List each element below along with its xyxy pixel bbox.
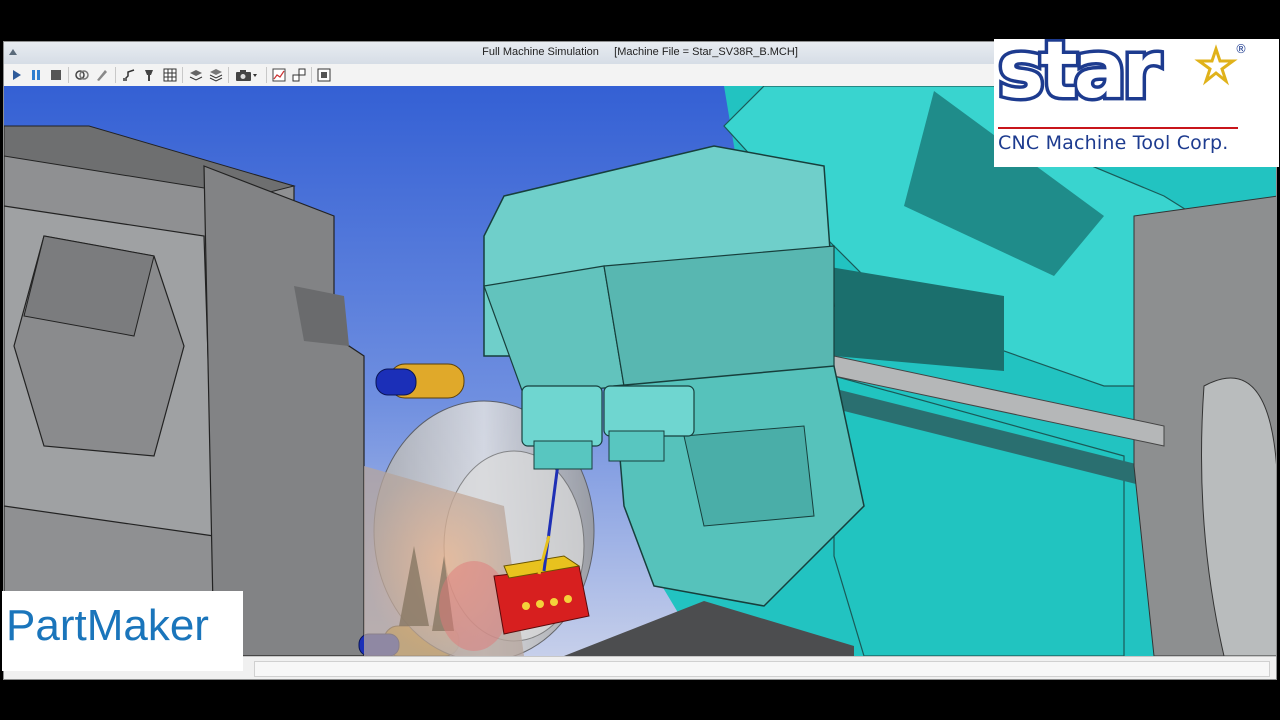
logo-tagline: CNC Machine Tool Corp. xyxy=(998,132,1229,154)
turret-holder-notch xyxy=(683,425,815,527)
star-logo-mark: star star ® xyxy=(995,23,1248,120)
toolbar-separator xyxy=(311,67,312,83)
logo-divider xyxy=(998,127,1238,129)
status-field xyxy=(254,661,1270,677)
grid-icon[interactable] xyxy=(162,67,178,83)
turret-holder-side xyxy=(603,245,835,387)
machine-scene xyxy=(4,86,1276,656)
simulation-viewport[interactable] xyxy=(4,86,1276,656)
chart-icon[interactable] xyxy=(271,67,287,83)
toolbar-separator xyxy=(182,67,183,83)
partmaker-watermark: PartMaker xyxy=(2,591,243,671)
swap-icon[interactable] xyxy=(291,67,307,83)
layer-icon[interactable] xyxy=(188,67,204,83)
camera-icon[interactable] xyxy=(234,67,260,83)
tool-holder-icon[interactable] xyxy=(141,67,157,83)
partmaker-text: PartMaker xyxy=(6,601,209,650)
toolbar-separator xyxy=(266,67,267,83)
stack-icon[interactable] xyxy=(208,67,224,83)
pause-icon[interactable] xyxy=(28,67,44,83)
tool-collet-left xyxy=(521,385,603,470)
frame-icon[interactable] xyxy=(316,67,332,83)
spindle-highlight xyxy=(439,561,509,651)
gold-star-icon xyxy=(1194,44,1238,86)
star-cnc-logo: star star ® CNC Machine Tool Corp. xyxy=(994,23,1279,167)
toolbar-separator xyxy=(228,67,229,83)
toolbar-separator xyxy=(68,67,69,83)
tool-path-icon[interactable] xyxy=(121,67,137,83)
toolbar-separator xyxy=(115,67,116,83)
play-icon[interactable] xyxy=(9,67,25,83)
star-wordmark-fill: star xyxy=(998,39,1161,116)
rewind-icon[interactable] xyxy=(74,67,90,83)
stop-icon[interactable] xyxy=(48,67,64,83)
gold-pin-top xyxy=(375,363,465,399)
pen-icon[interactable] xyxy=(94,67,110,83)
registered-mark: ® xyxy=(1235,42,1247,56)
